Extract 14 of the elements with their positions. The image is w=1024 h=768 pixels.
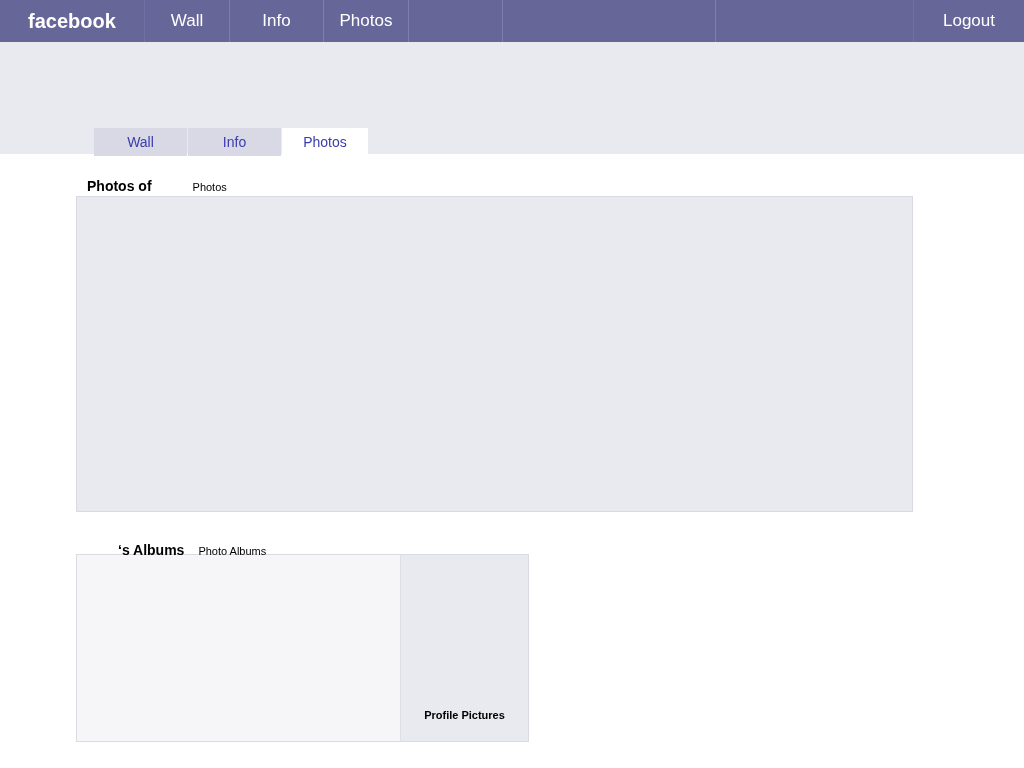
album-card[interactable]: Profile Pictures: [401, 555, 528, 741]
nav-link[interactable]: Wall: [170, 11, 204, 31]
section-title: Photos of: [87, 178, 152, 194]
nav-link[interactable]: Info: [262, 11, 291, 31]
section-subtitle: Photo Albums: [198, 545, 267, 557]
profile-tab[interactable]: Wall: [94, 128, 187, 156]
album-title: Profile Pictures: [424, 709, 505, 721]
logout-link[interactable]: Logout: [943, 11, 995, 31]
section-subtitle: Photos: [192, 181, 227, 193]
logo[interactable]: facebook: [28, 9, 116, 33]
profile-tab[interactable]: Info: [188, 128, 281, 156]
nav-link[interactable]: Photos: [339, 11, 393, 31]
profile-tab[interactable]: Photos: [282, 128, 368, 156]
section-title: ‘s Albums: [118, 542, 185, 558]
